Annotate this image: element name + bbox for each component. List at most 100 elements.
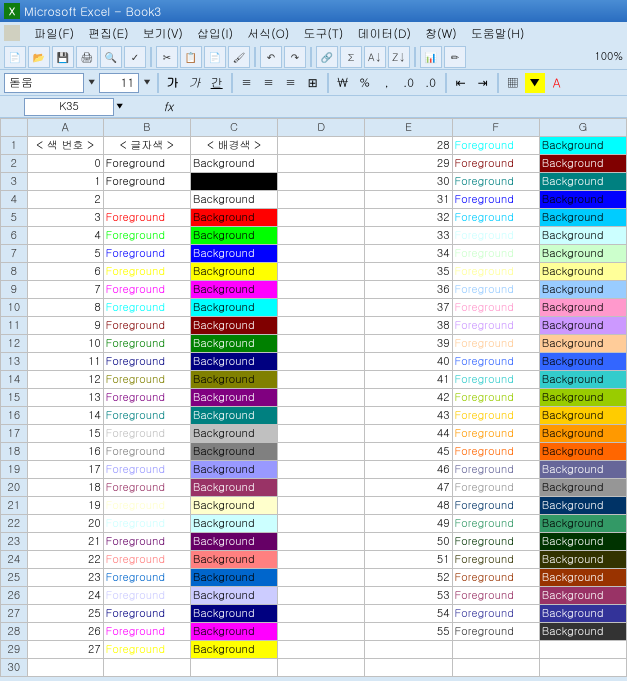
cell[interactable]: 35 — [365, 263, 452, 281]
cell[interactable]: 15 — [27, 425, 103, 443]
cell[interactable]: Background — [190, 209, 277, 227]
cell[interactable]: Foreground — [103, 155, 190, 173]
cell[interactable]: Foreground — [103, 479, 190, 497]
cell[interactable]: Foreground — [452, 461, 539, 479]
cell[interactable]: Background — [539, 533, 626, 551]
cell[interactable] — [365, 659, 452, 677]
cell[interactable]: Foreground — [103, 641, 190, 659]
border-button[interactable]: ▦ — [503, 73, 523, 93]
cell[interactable]: Background — [190, 623, 277, 641]
row-header[interactable]: 20 — [1, 479, 28, 497]
cell[interactable]: Foreground — [103, 497, 190, 515]
open-button[interactable]: 📂 — [28, 46, 50, 68]
paste-button[interactable]: 📄 — [204, 46, 226, 68]
cell[interactable]: Background — [190, 335, 277, 353]
cell[interactable]: Foreground — [103, 317, 190, 335]
sort-asc-button[interactable]: A↓ — [364, 46, 386, 68]
cell[interactable]: Background — [190, 443, 277, 461]
cell[interactable]: Foreground — [103, 515, 190, 533]
row-header[interactable]: 6 — [1, 227, 28, 245]
cell[interactable]: Foreground — [452, 605, 539, 623]
cell[interactable]: 33 — [365, 227, 452, 245]
row-header[interactable]: 28 — [1, 623, 28, 641]
cell[interactable]: Foreground — [103, 587, 190, 605]
cell[interactable]: Background — [190, 155, 277, 173]
cell[interactable]: Background — [539, 335, 626, 353]
cell[interactable]: 28 — [365, 137, 452, 155]
cell[interactable]: 25 — [27, 605, 103, 623]
copy-button[interactable]: 📋 — [180, 46, 202, 68]
menu-icon[interactable] — [4, 25, 20, 41]
cell[interactable]: Foreground — [452, 371, 539, 389]
chart-button[interactable]: 📊 — [420, 46, 442, 68]
cell[interactable] — [190, 659, 277, 677]
redo-button[interactable]: ↷ — [284, 46, 306, 68]
cell[interactable]: Background — [190, 371, 277, 389]
cell[interactable]: Foreground — [103, 623, 190, 641]
row-header[interactable]: 3 — [1, 173, 28, 191]
cell[interactable]: Foreground — [103, 263, 190, 281]
cell[interactable]: 7 — [27, 281, 103, 299]
row-header[interactable]: 24 — [1, 551, 28, 569]
cell[interactable] — [278, 263, 365, 281]
cell[interactable]: Foreground — [103, 533, 190, 551]
name-box[interactable]: K35 — [24, 98, 114, 116]
cell[interactable] — [452, 659, 539, 677]
cell[interactable]: Foreground — [452, 587, 539, 605]
cell[interactable]: 42 — [365, 389, 452, 407]
cell[interactable]: Background — [539, 551, 626, 569]
cell[interactable]: 9 — [27, 317, 103, 335]
cell[interactable]: 46 — [365, 461, 452, 479]
cell[interactable]: Foreground — [103, 389, 190, 407]
cell[interactable]: Foreground — [103, 335, 190, 353]
row-header[interactable]: 27 — [1, 605, 28, 623]
cell[interactable]: Foreground — [452, 245, 539, 263]
cell[interactable]: 12 — [27, 371, 103, 389]
row-header[interactable]: 7 — [1, 245, 28, 263]
cell[interactable] — [278, 371, 365, 389]
row-header[interactable]: 30 — [1, 659, 28, 677]
cell[interactable] — [278, 659, 365, 677]
row-header[interactable]: 1 — [1, 137, 28, 155]
cell[interactable]: 52 — [365, 569, 452, 587]
cell[interactable] — [278, 155, 365, 173]
dec-decimal-button[interactable]: .0 — [421, 73, 441, 93]
cell[interactable] — [278, 281, 365, 299]
select-all-corner[interactable] — [1, 119, 28, 137]
cell[interactable]: 29 — [365, 155, 452, 173]
font-name-combo[interactable]: 돋움 — [4, 73, 84, 93]
cell[interactable]: Background — [539, 479, 626, 497]
column-header-C[interactable]: C — [190, 119, 277, 137]
cell[interactable]: Foreground — [103, 371, 190, 389]
cell[interactable] — [278, 191, 365, 209]
cell[interactable] — [278, 623, 365, 641]
row-header[interactable]: 22 — [1, 515, 28, 533]
cell[interactable] — [452, 641, 539, 659]
cell[interactable]: 27 — [27, 641, 103, 659]
cell[interactable]: Foreground — [452, 335, 539, 353]
cell[interactable]: 43 — [365, 407, 452, 425]
cell[interactable]: 41 — [365, 371, 452, 389]
row-header[interactable]: 10 — [1, 299, 28, 317]
row-header[interactable]: 23 — [1, 533, 28, 551]
cell[interactable]: Foreground — [103, 299, 190, 317]
cell[interactable]: Foreground — [452, 515, 539, 533]
preview-button[interactable]: 🔍 — [100, 46, 122, 68]
cell[interactable]: Foreground — [103, 173, 190, 191]
cell[interactable]: 1 — [27, 173, 103, 191]
cell[interactable]: Background — [190, 461, 277, 479]
percent-button[interactable]: % — [355, 73, 375, 93]
cell[interactable]: 37 — [365, 299, 452, 317]
cell[interactable]: Foreground — [452, 317, 539, 335]
cell[interactable]: 0 — [27, 155, 103, 173]
cell[interactable]: 22 — [27, 551, 103, 569]
cell[interactable]: Foreground — [452, 353, 539, 371]
row-header[interactable]: 18 — [1, 443, 28, 461]
spell-button[interactable]: ✓ — [124, 46, 146, 68]
bold-button[interactable]: 가 — [163, 73, 183, 93]
cell[interactable] — [278, 353, 365, 371]
cell[interactable]: Background — [190, 569, 277, 587]
row-header[interactable]: 4 — [1, 191, 28, 209]
cell[interactable]: Foreground — [452, 191, 539, 209]
cell[interactable]: Foreground — [452, 479, 539, 497]
